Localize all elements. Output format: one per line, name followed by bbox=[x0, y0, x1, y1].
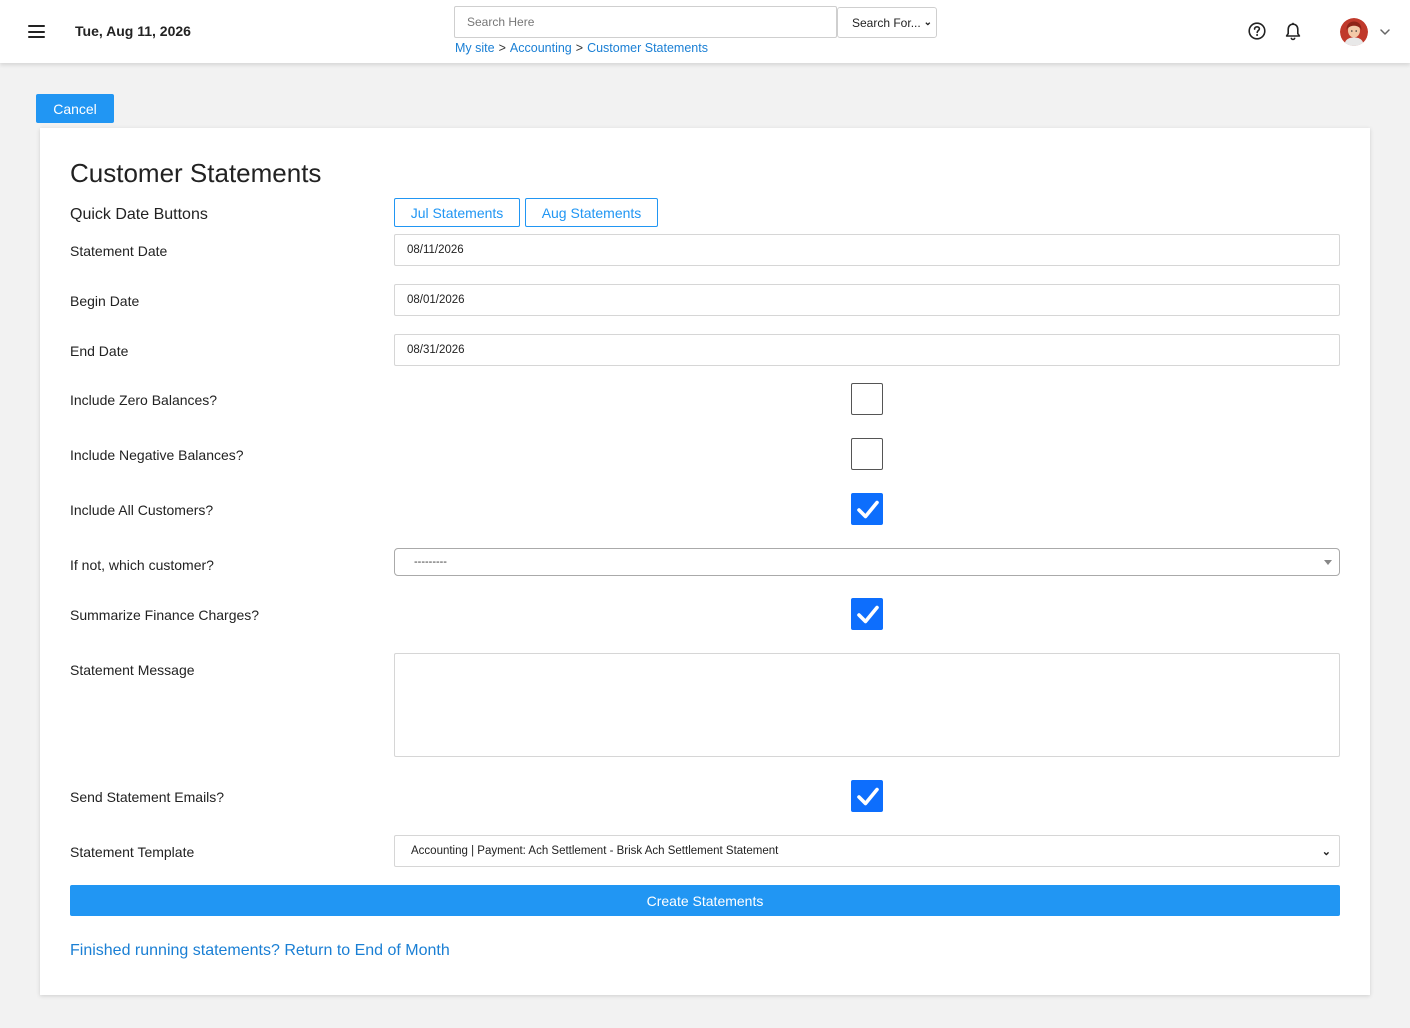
chevron-down-icon: ⌄ bbox=[923, 17, 932, 28]
avatar[interactable] bbox=[1340, 18, 1368, 46]
quick-date-label: Quick Date Buttons bbox=[70, 206, 208, 223]
statement-date-field[interactable] bbox=[394, 234, 1340, 266]
search-scope-label: Search For... bbox=[852, 15, 921, 30]
cancel-button[interactable]: Cancel bbox=[36, 94, 114, 123]
statement-message-label: Statement Message bbox=[70, 662, 195, 678]
search-input[interactable] bbox=[454, 6, 837, 38]
begin-date-field[interactable] bbox=[394, 284, 1340, 316]
breadcrumb-separator: > bbox=[575, 41, 584, 55]
include-negative-label: Include Negative Balances? bbox=[70, 447, 244, 463]
summarize-finance-label: Summarize Finance Charges? bbox=[70, 607, 260, 623]
include-all-checkbox[interactable] bbox=[851, 493, 883, 525]
statement-message-field[interactable] bbox=[394, 653, 1340, 757]
checkmark-icon bbox=[857, 605, 879, 624]
statement-date-label: Statement Date bbox=[70, 243, 168, 259]
end-date-label: End Date bbox=[70, 343, 129, 359]
summarize-finance-checkbox[interactable] bbox=[851, 598, 883, 630]
checkmark-icon bbox=[857, 500, 879, 519]
statement-template-label: Statement Template bbox=[70, 844, 195, 860]
statement-template-value: Accounting | Payment: Ach Settlement - B… bbox=[411, 845, 779, 857]
breadcrumb-separator: > bbox=[498, 41, 506, 55]
customer-select[interactable]: --------- bbox=[394, 548, 1340, 576]
create-statements-button[interactable]: Create Statements bbox=[70, 885, 1340, 916]
begin-date-label: Begin Date bbox=[70, 293, 140, 309]
checkmark-icon bbox=[857, 787, 879, 806]
breadcrumb-accounting[interactable]: Accounting bbox=[510, 41, 572, 55]
search-scope-select[interactable]: Search For... ⌄ bbox=[837, 7, 937, 38]
breadcrumb: My site > Accounting > Customer Statements bbox=[455, 41, 708, 55]
chevron-down-icon[interactable] bbox=[1379, 26, 1391, 38]
help-icon[interactable] bbox=[1248, 22, 1266, 40]
current-date: Tue, Aug 11, 2026 bbox=[75, 23, 191, 39]
aug-statements-button[interactable]: Aug Statements bbox=[525, 198, 658, 227]
caret-down-icon bbox=[1324, 560, 1332, 565]
bell-icon[interactable] bbox=[1284, 22, 1302, 41]
end-date-field[interactable] bbox=[394, 334, 1340, 366]
which-customer-label: If not, which customer? bbox=[70, 557, 214, 573]
customer-select-value: --------- bbox=[414, 556, 447, 568]
menu-icon[interactable] bbox=[28, 25, 45, 38]
breadcrumb-my-site[interactable]: My site bbox=[455, 41, 495, 55]
return-to-end-of-month-link[interactable]: Finished running statements? Return to E… bbox=[70, 942, 450, 960]
page-title: Customer Statements bbox=[70, 158, 322, 188]
include-zero-checkbox[interactable] bbox=[851, 383, 883, 415]
include-all-label: Include All Customers? bbox=[70, 502, 214, 518]
breadcrumb-customer-statements[interactable]: Customer Statements bbox=[587, 41, 708, 55]
jul-statements-button[interactable]: Jul Statements bbox=[394, 198, 520, 227]
include-negative-checkbox[interactable] bbox=[851, 438, 883, 470]
chevron-down-icon: ⌄ bbox=[1321, 845, 1331, 858]
send-emails-checkbox[interactable] bbox=[851, 780, 883, 812]
include-zero-label: Include Zero Balances? bbox=[70, 392, 218, 408]
statement-template-select[interactable]: Accounting | Payment: Ach Settlement - B… bbox=[394, 835, 1340, 867]
send-emails-label: Send Statement Emails? bbox=[70, 789, 225, 805]
top-bar: Tue, Aug 11, 2026 Search For... ⌄ My sit… bbox=[0, 0, 1410, 63]
